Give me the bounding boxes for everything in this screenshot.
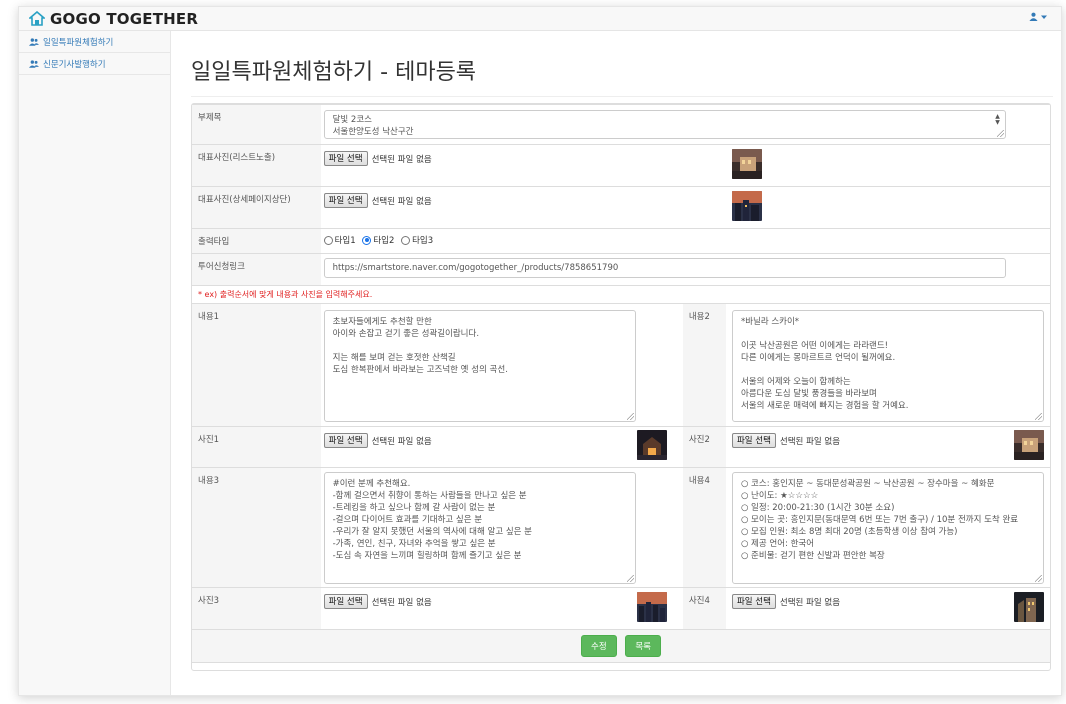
sidebar-item-label: 일일특파원체험하기: [43, 37, 114, 48]
file-select-button[interactable]: 파일 선택: [323, 193, 368, 208]
output-type-label: 출력타입: [192, 228, 321, 254]
thumbnail-image[interactable]: [637, 592, 668, 622]
content4-textarea[interactable]: ○ 코스: 홍인지문 ~ 동대문성곽공원 ~ 낙산공원 ~ 장수마을 ~ 혜화문…: [731, 472, 1044, 584]
file-status: 선택된 파일 없음: [779, 597, 841, 608]
tour-link-input[interactable]: https://smartstore.naver.com/gogotogethe…: [323, 258, 1006, 278]
photo1-label: 사진1: [192, 426, 321, 468]
file-select-button[interactable]: 파일 선택: [323, 433, 368, 448]
thumbnail-image[interactable]: [637, 430, 668, 460]
tour-link-label: 투어신청링크: [192, 253, 321, 286]
radio-dot: [401, 235, 411, 245]
row-output-type: 출력타입 타입1 타입2 타입3: [192, 228, 1050, 254]
content1-textarea[interactable]: 초보자들에게도 추천할 만한 아이와 손잡고 걷기 좋은 성곽길이랍니다. 지는…: [323, 310, 636, 422]
resize-grip[interactable]: [996, 130, 1004, 137]
resize-grip[interactable]: [1034, 413, 1042, 420]
row-tour-link: 투어신청링크 https://smartstore.naver.com/gogo…: [192, 253, 1050, 286]
row-content-1-2: 내용1 초보자들에게도 추천할 만한 아이와 손잡고 걷기 좋은 성곽길이랍니다…: [192, 303, 1050, 427]
radio-label: 타입1: [334, 236, 356, 246]
radio-type1[interactable]: 타입1: [323, 234, 356, 246]
caret-down-icon: [1041, 15, 1047, 19]
file-status: 선택된 파일 없음: [371, 597, 432, 608]
house-icon: [29, 11, 45, 26]
form-table: 부제목 달빛 2코스 서울한양도성 낙산구간 ▲ ▼ 대표사진(리스트노출) 파일 …: [192, 104, 1050, 663]
thumbnail-image[interactable]: [731, 191, 762, 221]
thumbnail-image[interactable]: [1014, 592, 1044, 622]
brand-name: GOGO TOGETHER: [50, 10, 199, 28]
subtitle-textarea[interactable]: 달빛 2코스 서울한양도성 낙산구간 ▲ ▼: [323, 110, 1006, 139]
content3-label: 내용3: [192, 467, 321, 588]
file-select-button[interactable]: 파일 선택: [731, 433, 776, 448]
file-status: 선택된 파일 없음: [371, 196, 432, 207]
radio-dot: [323, 235, 333, 245]
content1-label: 내용1: [192, 303, 321, 427]
file-select-button[interactable]: 파일 선택: [323, 151, 368, 166]
file-status: 선택된 파일 없음: [371, 154, 432, 165]
radio-label: 타입2: [373, 236, 395, 246]
save-button[interactable]: 수정: [581, 635, 617, 657]
sidebar-item-label: 신문기사발행하기: [43, 59, 106, 70]
thumbnail-image[interactable]: [1014, 430, 1044, 460]
page-title: 일일특파원체험하기 - 테마등록: [191, 54, 1053, 97]
sidebar-item-experience[interactable]: 일일특파원체험하기: [19, 31, 170, 53]
row-main-photo-detail: 대표사진(상세페이지상단) 파일 선택 선택된 파일 없음: [192, 186, 1050, 229]
content3-textarea[interactable]: #이런 분께 추천해요. -함께 걸으면서 취향이 통하는 사람들을 만나고 싶…: [323, 472, 636, 584]
file-status: 선택된 파일 없음: [779, 436, 841, 447]
content2-label: 내용2: [682, 303, 726, 427]
row-main-photo-list: 대표사진(리스트노출) 파일 선택 선택된 파일 없음: [192, 144, 1050, 187]
sidebar: 일일특파원체험하기 신문기사발행하기: [19, 31, 171, 695]
top-navbar: GOGO TOGETHER: [19, 7, 1061, 31]
thumbnail-image[interactable]: [731, 149, 762, 179]
row-subtitle: 부제목 달빛 2코스 서울한양도성 낙산구간 ▲ ▼: [192, 104, 1050, 145]
row-notice: * ex) 출력순서에 맞게 내용과 사진을 입력해주세요.: [192, 285, 1050, 304]
users-icon: [29, 59, 39, 68]
browser-frame: GOGO TOGETHER 일일특파원체험하기 신문기사발행하기 일일특파원체험…: [18, 6, 1062, 696]
brand[interactable]: GOGO TOGETHER: [29, 10, 198, 28]
main-photo-detail-label: 대표사진(상세페이지상단): [192, 186, 321, 229]
list-button[interactable]: 목록: [625, 635, 661, 657]
sidebar-item-news[interactable]: 신문기사발행하기: [19, 53, 170, 75]
resize-grip[interactable]: [626, 413, 634, 420]
file-select-button[interactable]: 파일 선택: [323, 594, 368, 609]
row-photo-3-4: 사진3 파일 선택 선택된 파일 없음 사진4 파일 선택 선택된 파일 없음: [192, 587, 1050, 630]
photo2-label: 사진2: [682, 426, 726, 468]
main-photo-list-label: 대표사진(리스트노출): [192, 144, 321, 187]
theme-form: 부제목 달빛 2코스 서울한양도성 낙산구간 ▲ ▼ 대표사진(리스트노출) 파일 …: [191, 103, 1051, 671]
row-content-3-4: 내용3 #이런 분께 추천해요. -함께 걸으면서 취향이 통하는 사람들을 만…: [192, 467, 1050, 588]
radio-type3[interactable]: 타입3: [401, 234, 433, 246]
row-photo-1-2: 사진1 파일 선택 선택된 파일 없음 사진2 파일 선택 선택된 파일 없음: [192, 426, 1050, 468]
users-icon: [29, 37, 39, 46]
user-icon: [1029, 12, 1038, 21]
radio-label: 타입3: [412, 236, 434, 246]
file-status: 선택된 파일 없음: [371, 436, 432, 447]
radio-type2[interactable]: 타입2: [362, 234, 394, 246]
subtitle-label: 부제목: [192, 104, 321, 145]
notice-text: * ex) 출력순서에 맞게 내용과 사진을 입력해주세요.: [198, 290, 373, 299]
photo4-label: 사진4: [682, 587, 726, 630]
row-actions: 수정 목록: [192, 629, 1050, 663]
file-select-button[interactable]: 파일 선택: [731, 594, 776, 609]
resize-grip[interactable]: [626, 575, 634, 582]
scroll-arrows-icon[interactable]: ▲ ▼: [995, 114, 1001, 126]
content4-label: 내용4: [682, 467, 726, 588]
resize-grip[interactable]: [1034, 575, 1042, 582]
photo3-label: 사진3: [192, 587, 321, 630]
main-content: 일일특파원체험하기 - 테마등록 부제목 달빛 2코스 서울한양도성 낙산구간 ▲…: [191, 31, 1053, 671]
radio-dot-selected: [362, 235, 372, 245]
content2-textarea[interactable]: *바닐라 스카이* 이곳 낙산공원은 어떤 이에게는 라라랜드! 다른 이에게는…: [731, 310, 1044, 422]
user-menu[interactable]: [1029, 12, 1047, 21]
